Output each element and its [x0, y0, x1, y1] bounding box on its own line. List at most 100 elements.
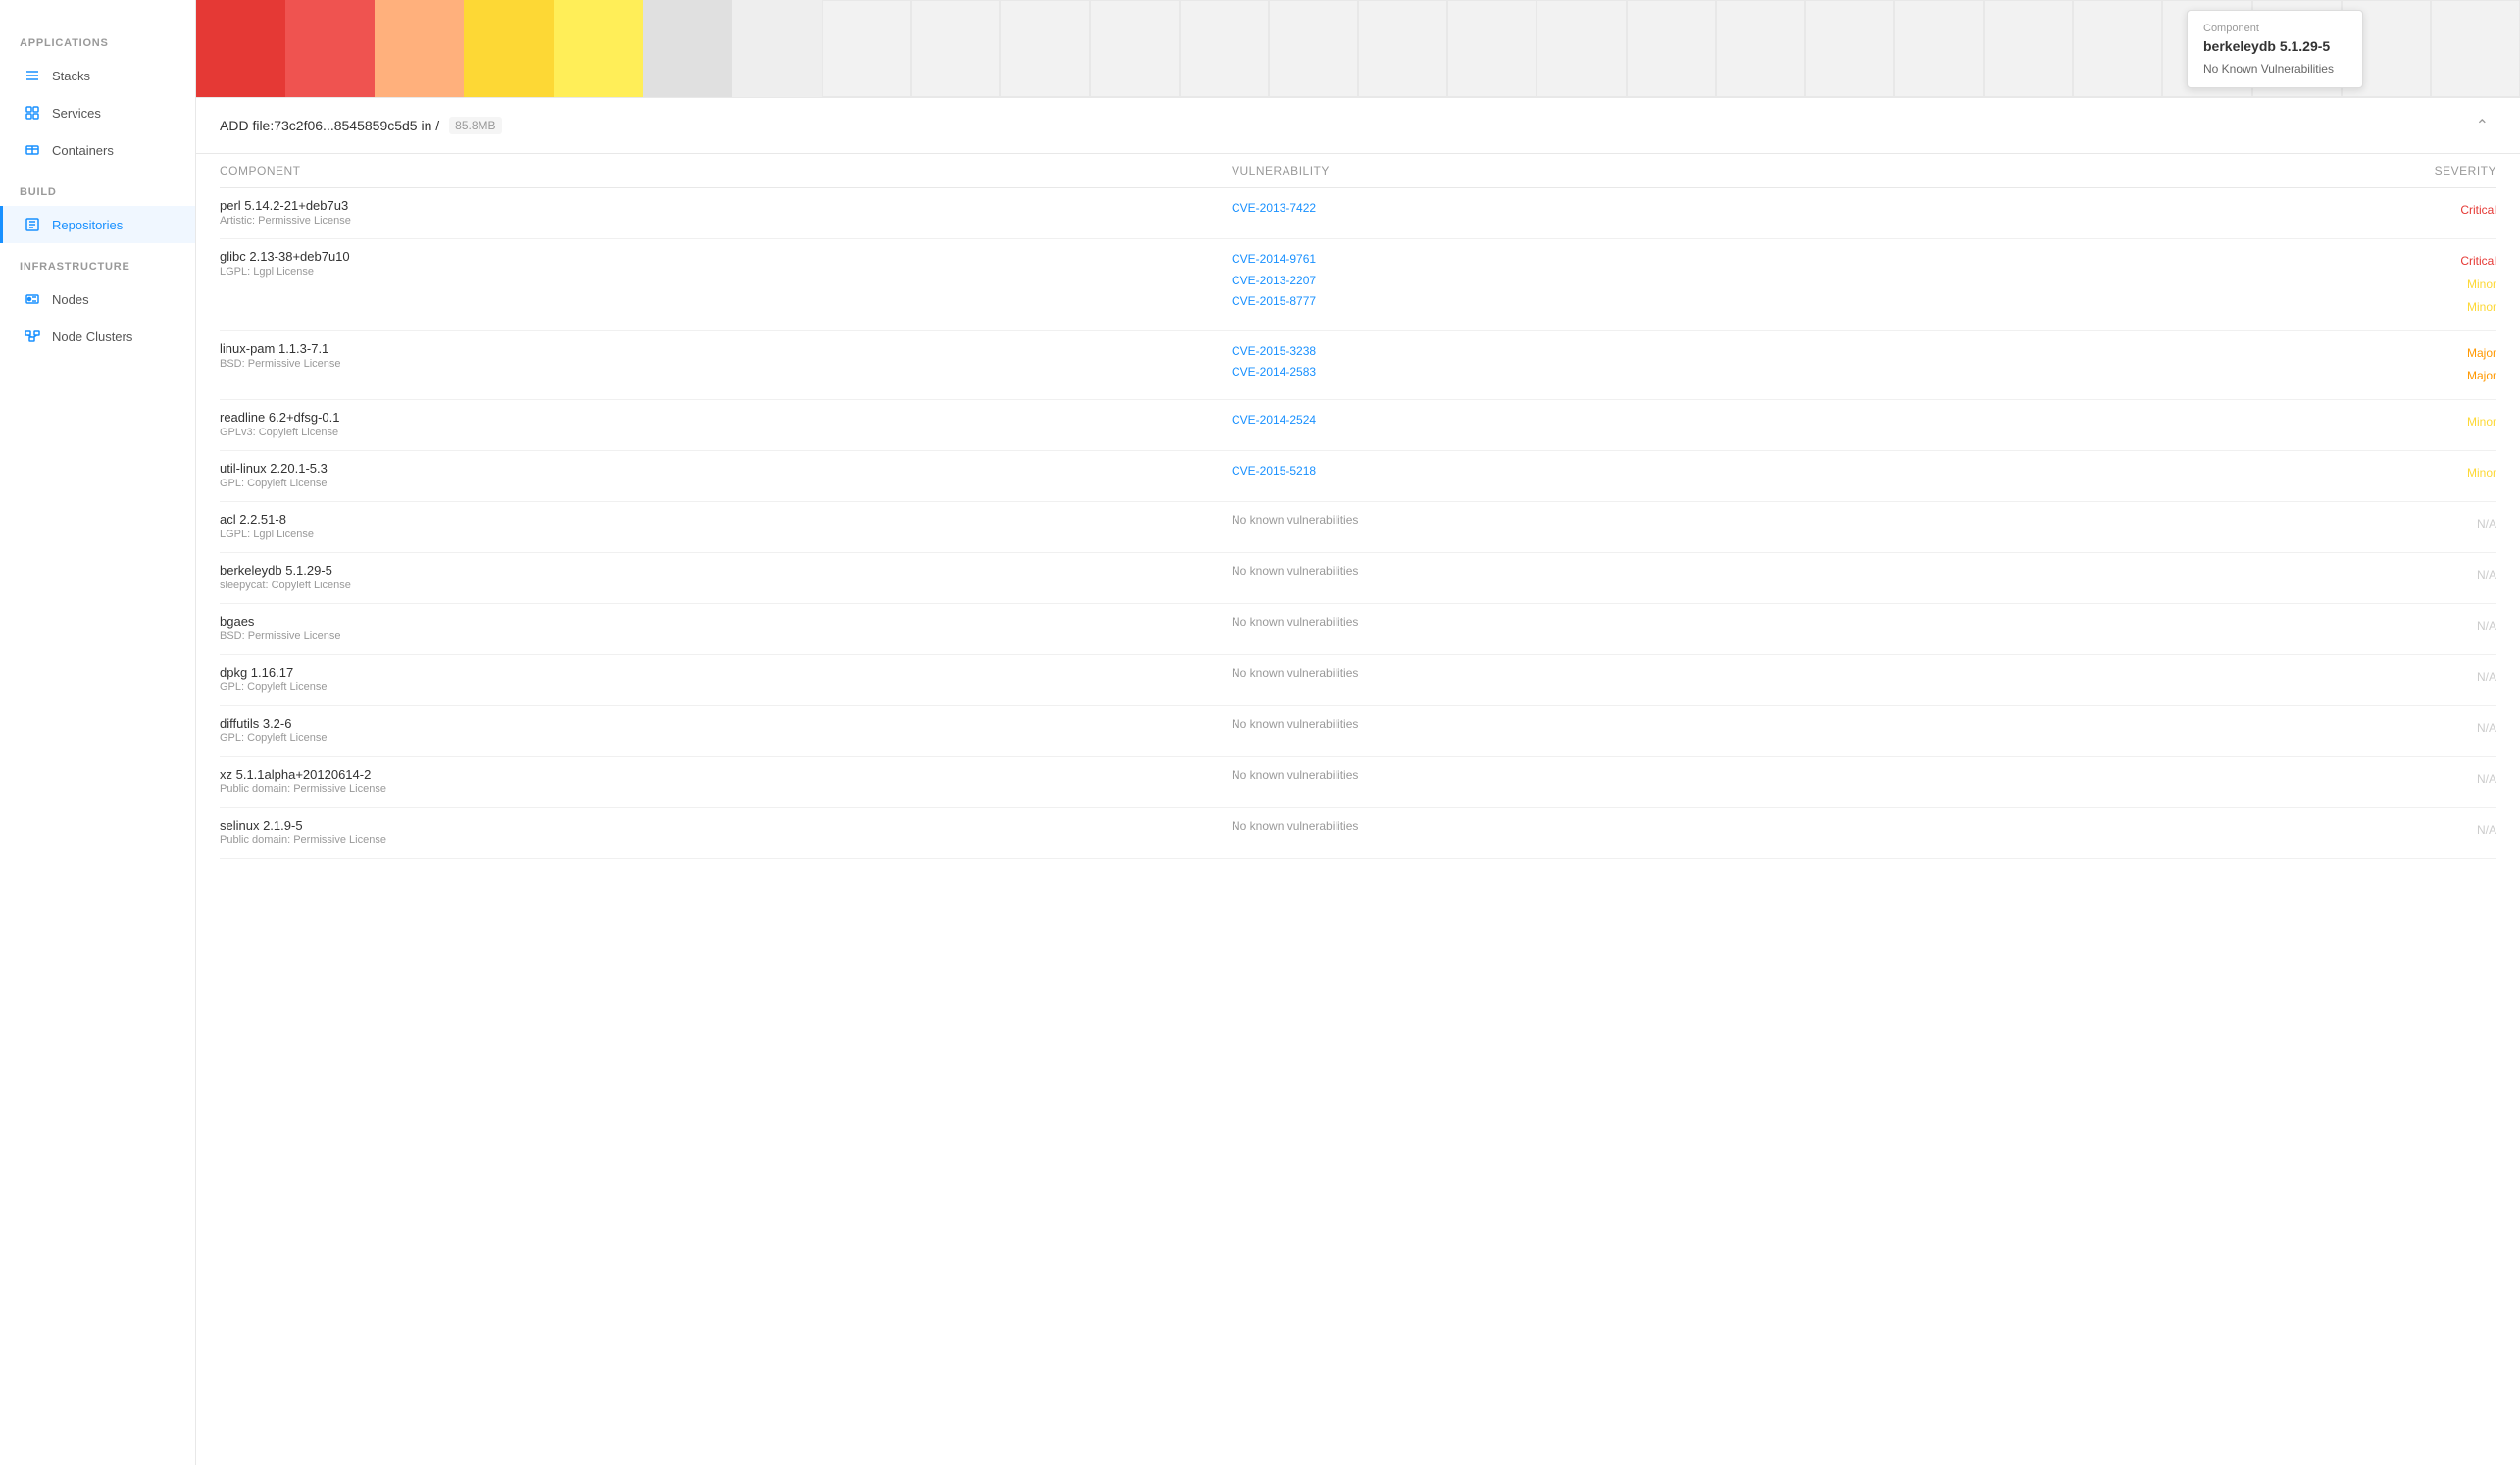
sidebar-item-stacks[interactable]: Stacks	[0, 57, 195, 94]
file-size: 85.8MB	[449, 117, 501, 134]
severity-cell: Critical Minor Minor	[1991, 249, 2496, 319]
chart-cell-3[interactable]	[375, 0, 464, 97]
chart-cell-9[interactable]	[911, 0, 1000, 97]
component-name: acl 2.2.51-8	[220, 512, 1232, 527]
cve-link[interactable]: CVE-2015-5218	[1232, 461, 1991, 482]
severity-cell: N/A	[1991, 563, 2496, 586]
vulnerability-cell: CVE-2015-3238 CVE-2014-2583	[1232, 341, 1991, 383]
chart-cell-19[interactable]	[1805, 0, 1894, 97]
chart-cell-2[interactable]	[285, 0, 375, 97]
cve-link[interactable]: CVE-2013-7422	[1232, 198, 1991, 220]
applications-section-label: APPLICATIONS	[0, 20, 195, 57]
chart-cell-8[interactable]	[822, 0, 911, 97]
vulnerability-cell: CVE-2015-5218	[1232, 461, 1991, 482]
component-cell: glibc 2.13-38+deb7u10 LGPL: Lgpl License	[220, 249, 1232, 278]
table-row: xz 5.1.1alpha+20120614-2 Public domain: …	[220, 757, 2496, 808]
no-vulnerability: No known vulnerabilities	[1232, 513, 1358, 527]
chart-cell-18[interactable]	[1716, 0, 1805, 97]
chart-cell-26[interactable]	[2431, 0, 2520, 97]
cve-link[interactable]: CVE-2015-3238	[1232, 341, 1991, 363]
repo-icon	[23, 215, 42, 234]
sidebar-item-node-clusters[interactable]: Node Clusters	[0, 318, 195, 355]
chart-cell-14[interactable]	[1358, 0, 1447, 97]
chart-cell-6[interactable]	[643, 0, 732, 97]
sidebar-item-node-clusters-label: Node Clusters	[52, 329, 132, 344]
tooltip-status: No Known Vulnerabilities	[2203, 62, 2346, 76]
chart-area: Component berkeleydb 5.1.29-5 No Known V…	[196, 0, 2520, 98]
severity-badge: N/A	[2477, 772, 2496, 785]
component-name: glibc 2.13-38+deb7u10	[220, 249, 1232, 264]
component-license: Public domain: Permissive License	[220, 834, 1232, 846]
chart-cell-16[interactable]	[1537, 0, 1626, 97]
chart-cell-1[interactable]	[196, 0, 285, 97]
cve-link[interactable]: CVE-2014-2583	[1232, 362, 1991, 383]
component-name: berkeleydb 5.1.29-5	[220, 563, 1232, 578]
component-cell: readline 6.2+dfsg-0.1 GPLv3: Copyleft Li…	[220, 410, 1232, 438]
table-row-main: xz 5.1.1alpha+20120614-2 Public domain: …	[220, 767, 2496, 795]
chart-cell-7[interactable]	[732, 0, 822, 97]
table-row: berkeleydb 5.1.29-5 sleepycat: Copyleft …	[220, 553, 2496, 604]
file-header: ADD file:73c2f06...8545859c5d5 in / 85.8…	[196, 98, 2520, 154]
component-license: BSD: Permissive License	[220, 631, 1232, 642]
chart-cell-13[interactable]	[1269, 0, 1358, 97]
chart-cell-12[interactable]	[1180, 0, 1269, 97]
chart-cell-4[interactable]	[464, 0, 553, 97]
severity-badge: N/A	[2477, 619, 2496, 632]
no-vulnerability: No known vulnerabilities	[1232, 564, 1358, 578]
table-row-main: readline 6.2+dfsg-0.1 GPLv3: Copyleft Li…	[220, 410, 2496, 438]
table-header: Component Vulnerability Severity	[220, 154, 2496, 188]
chart-cell-5[interactable]	[554, 0, 643, 97]
cve-link[interactable]: CVE-2013-2207	[1232, 271, 1991, 292]
component-license: LGPL: Lgpl License	[220, 529, 1232, 540]
sidebar-item-containers[interactable]: Containers	[0, 131, 195, 169]
component-header: Component	[220, 164, 1232, 177]
severity-cell: Major Major	[1991, 341, 2496, 387]
sidebar-item-repositories[interactable]: Repositories	[0, 206, 195, 243]
table-row-main: perl 5.14.2-21+deb7u3 Artistic: Permissi…	[220, 198, 2496, 227]
severity-cell: Minor	[1991, 461, 2496, 484]
chart-cell-20[interactable]	[1894, 0, 1984, 97]
component-license: GPL: Copyleft License	[220, 732, 1232, 744]
vulnerability-cell: No known vulnerabilities	[1232, 767, 1991, 782]
table-row: glibc 2.13-38+deb7u10 LGPL: Lgpl License…	[220, 239, 2496, 331]
severity-badge: N/A	[2477, 670, 2496, 683]
tooltip-component-name: berkeleydb 5.1.29-5	[2203, 38, 2346, 54]
vulnerability-cell: CVE-2014-2524	[1232, 410, 1991, 431]
component-name: selinux 2.1.9-5	[220, 818, 1232, 833]
menu-icon	[23, 66, 42, 85]
chart-cell-11[interactable]	[1090, 0, 1180, 97]
severity-badge: N/A	[2477, 823, 2496, 836]
chart-cell-22[interactable]	[2073, 0, 2162, 97]
services-icon	[23, 103, 42, 123]
severity-badge: Major	[2467, 346, 2496, 360]
sidebar-item-nodes[interactable]: Nodes	[0, 280, 195, 318]
vulnerability-cell: No known vulnerabilities	[1232, 665, 1991, 680]
tooltip-label: Component	[2203, 23, 2346, 34]
chart-cell-10[interactable]	[1000, 0, 1089, 97]
component-name: xz 5.1.1alpha+20120614-2	[220, 767, 1232, 782]
cve-link[interactable]: CVE-2015-8777	[1232, 291, 1991, 313]
no-vulnerability: No known vulnerabilities	[1232, 819, 1358, 833]
severity-cell: N/A	[1991, 818, 2496, 841]
table-row-main: glibc 2.13-38+deb7u10 LGPL: Lgpl License…	[220, 249, 2496, 319]
component-cell: acl 2.2.51-8 LGPL: Lgpl License	[220, 512, 1232, 540]
component-cell: dpkg 1.16.17 GPL: Copyleft License	[220, 665, 1232, 693]
collapse-button[interactable]: ⌃	[2468, 112, 2496, 139]
chart-cell-15[interactable]	[1447, 0, 1537, 97]
cve-link[interactable]: CVE-2014-9761	[1232, 249, 1991, 271]
severity-badge: Minor	[2467, 300, 2496, 314]
cve-link[interactable]: CVE-2014-2524	[1232, 410, 1991, 431]
component-license: Artistic: Permissive License	[220, 215, 1232, 227]
table-row: dpkg 1.16.17 GPL: Copyleft License No kn…	[220, 655, 2496, 706]
table-row-main: acl 2.2.51-8 LGPL: Lgpl License No known…	[220, 512, 2496, 540]
table-row: selinux 2.1.9-5 Public domain: Permissiv…	[220, 808, 2496, 859]
component-name: diffutils 3.2-6	[220, 716, 1232, 731]
table-row: perl 5.14.2-21+deb7u3 Artistic: Permissi…	[220, 188, 2496, 239]
component-cell: berkeleydb 5.1.29-5 sleepycat: Copyleft …	[220, 563, 1232, 591]
sidebar-item-services[interactable]: Services	[0, 94, 195, 131]
severity-badge: N/A	[2477, 721, 2496, 734]
chart-cell-17[interactable]	[1627, 0, 1716, 97]
chart-cell-21[interactable]	[1984, 0, 2073, 97]
component-license: Public domain: Permissive License	[220, 783, 1232, 795]
build-section-label: BUILD	[0, 169, 195, 206]
